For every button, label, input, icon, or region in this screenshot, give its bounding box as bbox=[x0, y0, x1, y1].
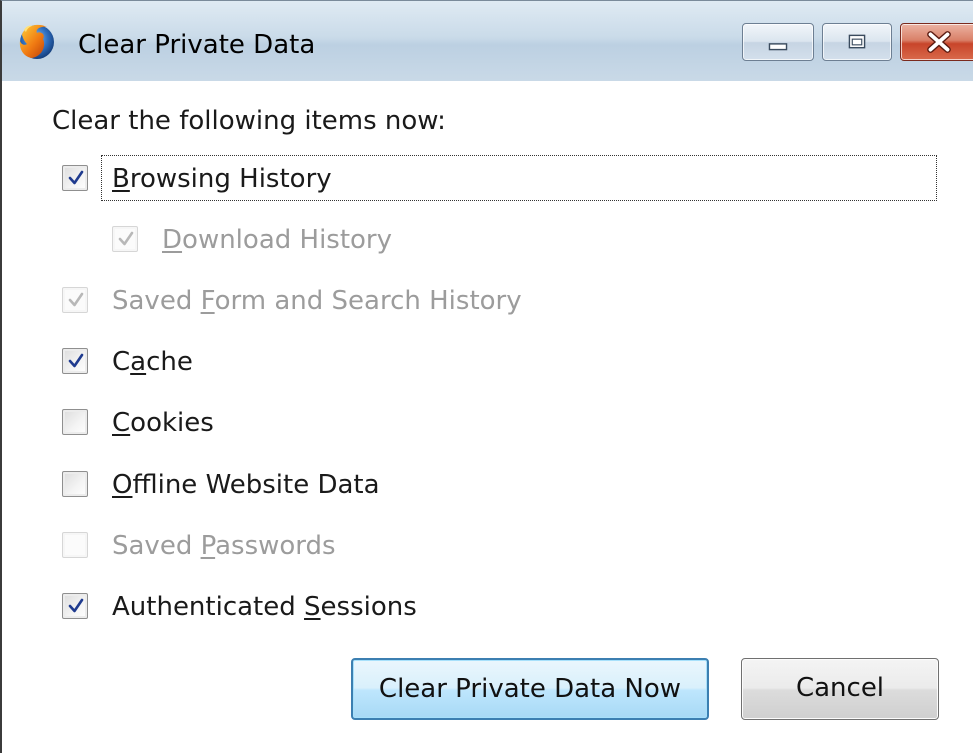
minimize-button[interactable] bbox=[742, 23, 814, 61]
minimize-icon bbox=[768, 43, 788, 51]
instructions-heading: Clear the following items now: bbox=[52, 106, 446, 136]
label-text: ffline Website Data bbox=[132, 470, 380, 500]
option-saved-passwords: Saved Passwords bbox=[62, 526, 762, 566]
checkbox-download-history bbox=[112, 226, 138, 252]
checkbox-saved-passwords bbox=[62, 532, 88, 558]
label-text: essions bbox=[320, 592, 417, 622]
label-saved-passwords: Saved Passwords bbox=[112, 526, 336, 566]
option-download-history: Download History bbox=[112, 220, 812, 260]
checkmark-icon bbox=[68, 598, 84, 613]
label-text: Authenticated bbox=[112, 592, 305, 622]
option-authenticated-sessions[interactable]: Authenticated Sessions bbox=[62, 587, 762, 627]
option-browsing-history[interactable]: Browsing History bbox=[62, 159, 762, 199]
label-text: Saved bbox=[112, 531, 201, 561]
access-key: B bbox=[112, 164, 130, 194]
label-text: ookies bbox=[130, 408, 214, 438]
checkbox-saved-form-history bbox=[62, 287, 88, 313]
access-key: D bbox=[162, 225, 183, 255]
access-key: C bbox=[112, 408, 131, 438]
window-title: Clear Private Data bbox=[78, 30, 316, 60]
checkbox-cache[interactable] bbox=[62, 348, 88, 374]
close-icon bbox=[927, 31, 951, 53]
access-key: O bbox=[112, 470, 133, 500]
access-key: a bbox=[130, 347, 147, 377]
label-text: orm and Search History bbox=[214, 286, 522, 316]
label-text: Saved bbox=[112, 286, 201, 316]
firefox-icon bbox=[19, 24, 54, 59]
label-text: che bbox=[146, 347, 193, 377]
label-text: ownload History bbox=[182, 225, 393, 255]
access-key: S bbox=[304, 592, 321, 622]
clear-private-data-now-button[interactable]: Clear Private Data Now bbox=[351, 658, 709, 720]
access-key: P bbox=[200, 531, 216, 561]
option-cache[interactable]: Cache bbox=[62, 342, 762, 382]
checkbox-cookies[interactable] bbox=[62, 409, 88, 435]
title-bar[interactable]: Clear Private Data bbox=[2, 1, 973, 81]
checkbox-browsing-history[interactable] bbox=[62, 165, 88, 191]
label-text: asswords bbox=[215, 531, 336, 561]
label-text: rowsing History bbox=[129, 164, 332, 194]
label-saved-form-history: Saved Form and Search History bbox=[112, 281, 522, 321]
checkmark-icon bbox=[68, 353, 84, 368]
label-cache[interactable]: Cache bbox=[112, 342, 193, 382]
checkmark-icon bbox=[68, 170, 84, 185]
label-text: C bbox=[112, 347, 131, 377]
option-saved-form-history: Saved Form and Search History bbox=[62, 281, 762, 321]
dialog-content: Clear the following items now: Browsing … bbox=[2, 81, 973, 754]
option-offline-website-data[interactable]: Offline Website Data bbox=[62, 465, 762, 505]
close-button[interactable] bbox=[900, 23, 973, 61]
cancel-button[interactable]: Cancel bbox=[741, 658, 939, 720]
access-key: F bbox=[200, 286, 215, 316]
label-offline-website-data[interactable]: Offline Website Data bbox=[112, 465, 380, 505]
label-download-history: Download History bbox=[162, 220, 392, 260]
checkbox-authenticated-sessions[interactable] bbox=[62, 593, 88, 619]
clear-private-data-dialog: Clear Private Data Clear the following i… bbox=[0, 0, 973, 754]
checkmark-icon bbox=[118, 231, 134, 246]
maximize-icon bbox=[848, 34, 866, 49]
maximize-button[interactable] bbox=[822, 23, 892, 61]
label-browsing-history[interactable]: Browsing History bbox=[112, 159, 332, 199]
label-cookies[interactable]: Cookies bbox=[112, 403, 214, 443]
checkmark-icon bbox=[68, 292, 84, 307]
checkbox-offline-website-data[interactable] bbox=[62, 471, 88, 497]
label-authenticated-sessions[interactable]: Authenticated Sessions bbox=[112, 587, 417, 627]
option-cookies[interactable]: Cookies bbox=[62, 403, 762, 443]
